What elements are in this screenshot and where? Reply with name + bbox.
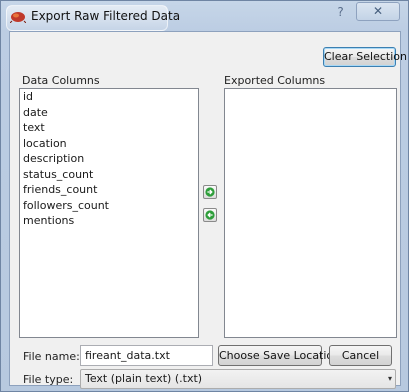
list-item[interactable]: description	[20, 151, 198, 167]
data-columns-list[interactable]: id date text location description status_coun…	[19, 88, 199, 338]
fireant-app-icon	[10, 12, 26, 23]
window-title: Export Raw Filtered Data	[31, 9, 181, 23]
arrow-left-icon	[205, 210, 215, 220]
export-dialog: Export Raw Filtered Data ? ✕ Clear Selec…	[0, 0, 409, 392]
list-item[interactable]: location	[20, 136, 198, 152]
file-type-label: File type:	[23, 373, 74, 386]
file-name-label: File name:	[23, 350, 80, 363]
list-item[interactable]: status_count	[20, 167, 198, 183]
help-button[interactable]: ?	[328, 3, 353, 21]
exported-columns-list[interactable]	[224, 88, 397, 338]
list-item[interactable]: date	[20, 105, 198, 121]
list-item[interactable]: text	[20, 120, 198, 136]
add-column-button[interactable]	[203, 185, 217, 199]
exported-columns-label: Exported Columns	[224, 74, 326, 87]
title-bar[interactable]: Export Raw Filtered Data ? ✕	[1, 1, 408, 31]
chevron-down-icon: ▾	[387, 374, 392, 383]
clear-selection-button[interactable]: Clear Selection	[323, 47, 407, 67]
list-item[interactable]: followers_count	[20, 198, 198, 214]
arrow-right-icon	[205, 187, 215, 197]
remove-column-button[interactable]	[203, 208, 217, 222]
file-type-value: Text (plain text) (.txt)	[85, 372, 203, 385]
file-name-field[interactable]: fireant_data.txt	[80, 345, 213, 366]
list-item[interactable]: id	[20, 89, 198, 105]
cancel-button[interactable]: Cancel	[329, 345, 392, 366]
data-columns-label: Data Columns	[22, 74, 100, 87]
choose-save-location-button[interactable]: Choose Save Location	[218, 345, 340, 366]
close-button[interactable]: ✕	[356, 2, 400, 21]
list-item[interactable]: mentions	[20, 213, 198, 229]
list-item[interactable]: friends_count	[20, 182, 198, 198]
file-type-select[interactable]: Text (plain text) (.txt) ▾	[80, 369, 396, 389]
dialog-client-area: Clear Selection Data Columns Exported Co…	[9, 31, 407, 389]
